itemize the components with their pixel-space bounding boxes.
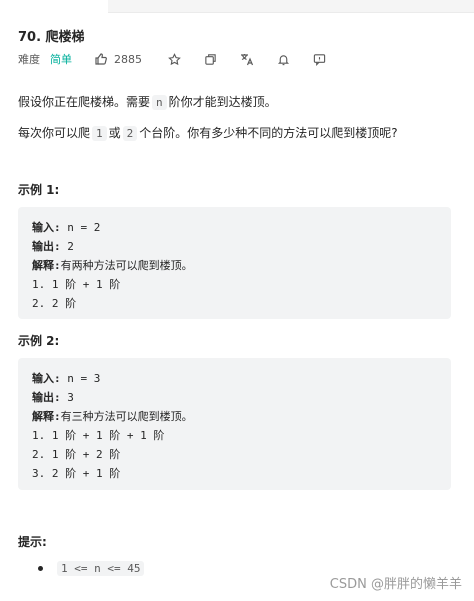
explain-value: 有三种方法可以爬到楼顶。 [60,410,193,423]
hint-item: 1 <= n <= 45 [38,561,146,576]
input-key: 输入: [32,372,61,385]
explain-step: 2. 1 阶 + 2 阶 [32,448,121,461]
feedback-icon [313,53,326,66]
feedback-button[interactable] [313,53,326,66]
explain-key: 解释: [32,410,61,423]
output-key: 输出: [32,391,61,404]
watermark: CSDN @胖胖的懒羊羊 [329,577,462,592]
explain-step: 3. 2 阶 + 1 阶 [32,467,121,480]
share-icon [204,53,217,66]
subscribe-button[interactable] [277,53,290,66]
explain-step: 1. 1 阶 + 1 阶 [32,278,121,291]
translate-icon [240,53,254,66]
star-icon [168,52,181,66]
example-2-title: 示例 2: [18,334,60,348]
input-value: n = 3 [60,372,101,385]
output-value: 3 [60,391,74,404]
example-1-title: 示例 1: [18,183,60,197]
thumbs-up-icon [94,52,114,66]
desc-text: 阶你才能到达楼顶。 [168,95,277,109]
output-value: 2 [60,240,74,253]
explain-step: 1. 1 阶 + 1 阶 + 1 阶 [32,429,165,442]
example-1-block: 输入: n = 2 输出: 2 解释:有两种方法可以爬到楼顶。 1. 1 阶 +… [18,207,451,319]
desc-text: 或 [108,126,121,140]
like-count: 2885 [114,52,142,66]
desc-text: 个台阶。你有多少种不同的方法可以爬到楼顶呢? [139,126,398,140]
translate-button[interactable] [240,53,254,66]
bell-icon [277,53,290,66]
explain-value: 有两种方法可以爬到楼顶。 [60,259,193,272]
inline-code-n: n [152,95,167,110]
hint-constraint: 1 <= n <= 45 [57,561,145,576]
problem-title: 70. 爬楼梯 [18,30,85,45]
desc-text: 假设你正在爬楼梯。需要 [18,95,151,109]
output-key: 输出: [32,240,61,253]
desc-text: 每次你可以爬 [18,126,91,140]
input-value: n = 2 [60,221,101,234]
problem-meta-bar: 难度 简单 2885 [18,50,349,68]
favorite-button[interactable] [168,52,181,66]
bullet-icon [38,566,43,571]
difficulty-label: 难度 [18,53,40,66]
inline-code-2: 2 [122,126,138,141]
share-button[interactable] [204,53,217,66]
description-paragraph-2: 每次你可以爬 1 或 2 个台阶。你有多少种不同的方法可以爬到楼顶呢? [18,124,398,141]
description-paragraph-1: 假设你正在爬楼梯。需要 n 阶你才能到达楼顶。 [18,93,277,110]
hints-title: 提示: [18,535,47,549]
inline-code-1: 1 [92,126,107,141]
like-button[interactable]: 2885 [94,52,142,66]
top-toolbar-strip [108,0,474,13]
difficulty-badge: 简单 [50,53,72,66]
input-key: 输入: [32,221,61,234]
example-2-block: 输入: n = 3 输出: 3 解释:有三种方法可以爬到楼顶。 1. 1 阶 +… [18,358,451,490]
explain-key: 解释: [32,259,61,272]
explain-step: 2. 2 阶 [32,297,77,310]
